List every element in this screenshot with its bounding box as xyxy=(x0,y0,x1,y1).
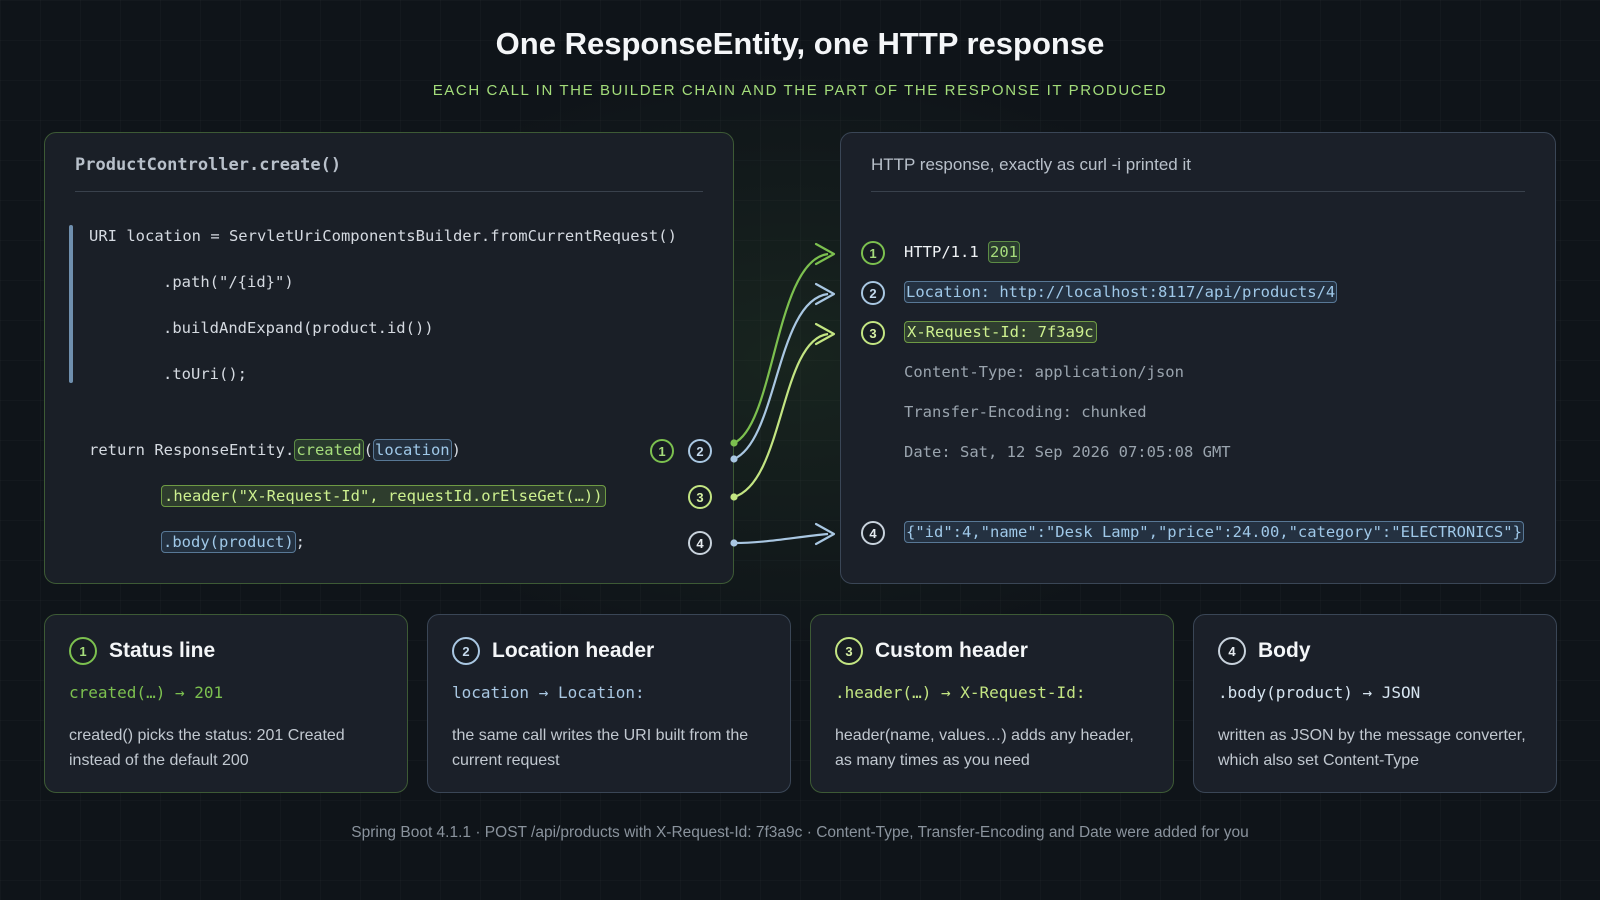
card-1-title: Status line xyxy=(109,639,216,662)
arrow-request-id-origin xyxy=(730,493,738,501)
arrow-location-origin xyxy=(730,455,738,463)
card-3-description: header(name, values…) adds any header, a… xyxy=(835,727,1134,769)
card-1-number: 1 xyxy=(69,637,97,665)
card-2-number: 2 xyxy=(452,637,480,665)
card-location-header: 2 Location header location → Location: t… xyxy=(427,614,791,793)
card-1-description: created() picks the status: 201 Created … xyxy=(69,727,345,769)
arrow-body-origin xyxy=(730,539,738,547)
card-3-code: .header(…) → X-Request-Id: xyxy=(835,683,1086,702)
card-custom-header: 3 Custom header .header(…) → X-Request-I… xyxy=(810,614,1174,793)
card-2-title: Location header xyxy=(492,639,655,662)
footer-note: Spring Boot 4.1.1 · POST /api/products w… xyxy=(351,824,1249,841)
card-3-title: Custom header xyxy=(875,639,1028,662)
card-2-description: the same call writes the URI built from … xyxy=(452,727,749,769)
card-4-code: .body(product) → JSON xyxy=(1218,683,1421,702)
card-4-number: 4 xyxy=(1218,637,1246,665)
arrow-request-id xyxy=(733,332,829,499)
card-body: 4 Body .body(product) → JSON written as … xyxy=(1193,614,1557,793)
arrow-location xyxy=(733,292,829,461)
card-2-code: location → Location: xyxy=(452,683,645,702)
card-status-line: 1 Status line created(…) → 201 created()… xyxy=(44,614,408,793)
arrow-body xyxy=(733,532,829,545)
card-1-code: created(…) → 201 xyxy=(69,683,224,702)
card-4-title: Body xyxy=(1258,639,1311,662)
arrow-status-origin xyxy=(730,439,738,447)
card-3-number: 3 xyxy=(835,637,863,665)
card-4-description: written as JSON by the message converter… xyxy=(1218,727,1526,769)
